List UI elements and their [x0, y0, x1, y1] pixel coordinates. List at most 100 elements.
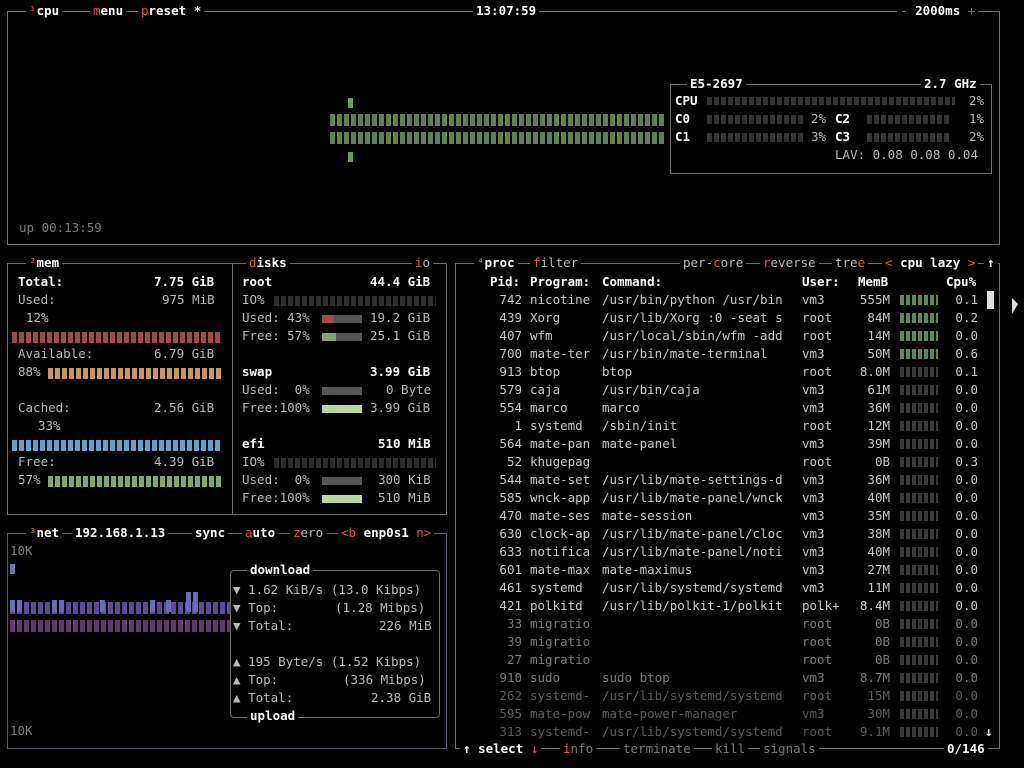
net-sync-toggle[interactable]: sync	[192, 526, 229, 540]
proc-row[interactable]: 439 Xorg/usr/lib/Xorg :0 -seat s root 84M 0.…	[456, 309, 986, 327]
net-tab-header[interactable]: ³net	[26, 526, 63, 540]
mem-cached-percent: 33%	[38, 418, 61, 433]
proc-scrollbar-thumb[interactable]	[987, 291, 994, 309]
proc-cell-cmd: /usr/lib/mate-panel/wnck	[602, 490, 783, 505]
proc-row[interactable]: 742 nicotine/usr/bin/python /usr/bin vm3 55…	[456, 291, 986, 309]
interval-increase-button[interactable]: +	[968, 3, 976, 18]
io-toggle[interactable]: io	[412, 256, 434, 270]
col-mem[interactable]: MemB	[858, 273, 888, 291]
download-rate-value: 1.62 KiB/s (13.0 Kibps)	[248, 582, 422, 597]
proc-cpu-meter	[900, 619, 938, 629]
proc-row[interactable]: 1 systemd/sbin/init root 12M 0.0	[456, 417, 986, 435]
proc-percore-toggle[interactable]: per-core	[680, 255, 747, 270]
proc-cell-pid: 633	[499, 544, 522, 559]
mem-total-value: 7.75 GiB	[154, 274, 215, 289]
cpu-tab-header[interactable]: ¹cpu	[26, 4, 63, 18]
proc-signals-button[interactable]: signals	[760, 742, 819, 756]
proc-row[interactable]: 544 mate-set/usr/lib/mate-settings-d vm3 36…	[456, 471, 986, 489]
proc-filter-button[interactable]: filter	[530, 256, 582, 270]
interval-control[interactable]: - 2000ms +	[897, 3, 979, 18]
download-title: download	[247, 563, 314, 577]
sort-next-button[interactable]: >	[968, 255, 976, 270]
preset-button[interactable]: preset *	[138, 4, 205, 18]
proc-row[interactable]: 601 mate-max mate-maximus vm3 27M 0.0	[456, 561, 986, 579]
proc-info-button[interactable]: info	[560, 742, 597, 756]
proc-cpu-meter	[900, 367, 938, 377]
proc-cell-user: vm3	[802, 670, 825, 685]
disk-swap-name: swap	[242, 364, 273, 379]
mouse-cursor-icon	[1012, 298, 1018, 314]
proc-row[interactable]: 461 systemd/usr/lib/systemd/systemd vm3 11M…	[456, 579, 986, 597]
net-next-interface-button[interactable]: n>	[416, 525, 431, 540]
proc-cell-user: root	[802, 418, 833, 433]
signals-hotkey: s	[763, 741, 771, 756]
proc-tab-header[interactable]: ⁴proc	[474, 256, 518, 270]
proc-tree-toggle[interactable]: tree	[832, 256, 869, 270]
proc-cell-user: root	[802, 616, 833, 631]
proc-row[interactable]: 407 wfm/usr/local/sbin/wfm -add root 14M 0.0	[456, 327, 986, 345]
proc-cpu-meter	[900, 331, 938, 341]
proc-row[interactable]: 633 notifica/usr/lib/mate-panel/noti vm3 40…	[456, 543, 986, 561]
disk-swap-used-meter	[322, 387, 362, 395]
proc-row[interactable]: 913 btop btop root 8.0M 0.1	[456, 363, 986, 381]
proc-row[interactable]: 27 migratio root 0B 0.0	[456, 651, 986, 669]
proc-row[interactable]: 421 polkitd/usr/lib/polkit-1/polkit polk+ 8…	[456, 597, 986, 615]
net-interface-selector[interactable]: <b enp0s1 n>	[338, 525, 435, 540]
proc-kill-button[interactable]: kill	[712, 741, 749, 756]
net-auto-toggle[interactable]: auto	[242, 526, 279, 540]
proc-cell-cpu: 0.0	[955, 400, 978, 415]
proc-row[interactable]: 313 systemd- /usr/lib/systemd/systemd root 9…	[456, 723, 986, 741]
net-prev-interface-button[interactable]: <b	[341, 525, 356, 540]
interval-decrease-button[interactable]: -	[900, 3, 908, 18]
disk-efi-io-label: IO%	[242, 454, 265, 469]
scroll-down-arrow[interactable]: ↓	[985, 724, 993, 739]
proc-row[interactable]: 564 mate-pan mate-panel vm3 39M 0.0	[456, 435, 986, 453]
col-program[interactable]: Program:	[530, 273, 590, 291]
proc-row[interactable]: 470 mate-ses mate-session vm3 35M 0.0	[456, 507, 986, 525]
net-graph-spike	[166, 600, 171, 612]
select-up-arrow[interactable]: ↑	[463, 741, 471, 756]
sort-prev-button[interactable]: <	[885, 255, 893, 270]
scroll-up-arrow[interactable]: ↑	[984, 256, 998, 270]
proc-select-control[interactable]: ↑ select ↓	[460, 741, 542, 756]
proc-row[interactable]: 910 sudo sudo btop vm3 8.7M 0.0	[456, 669, 986, 687]
cpu-total-percent: 2%	[969, 93, 985, 108]
menu-button[interactable]: menu	[90, 4, 127, 18]
proc-cell-cmd: btop	[602, 364, 633, 379]
proc-row[interactable]: 52 khugepag root 0B 0.3	[456, 453, 986, 471]
col-cpu[interactable]: Cpu%	[946, 273, 976, 291]
sort-field: cpu lazy	[900, 255, 961, 270]
proc-row[interactable]: 595 mate-pow mate-power-manager vm3 30M 0.0	[456, 705, 986, 723]
proc-row[interactable]: 630 clock-ap/usr/lib/mate-panel/cloc vm3 38…	[456, 525, 986, 543]
mem-cached-value: 2.56 GiB	[154, 400, 215, 415]
proc-terminate-button[interactable]: terminate	[620, 742, 694, 756]
proc-cell-pid: 700	[499, 346, 522, 361]
signals-label: ignals	[770, 741, 816, 756]
proc-cpu-meter	[900, 295, 938, 305]
proc-cell-cpu: 0.0	[955, 562, 978, 577]
download-top-label: Top:	[248, 600, 279, 615]
select-down-arrow[interactable]: ↓	[531, 741, 539, 756]
proc-cell-mem: 14M	[867, 328, 890, 343]
col-command[interactable]: Command:	[602, 273, 662, 291]
proc-row[interactable]: 554 marco marco vm3 36M 0.0	[456, 399, 986, 417]
proc-row[interactable]: 585 wnck-app/usr/lib/mate-panel/wnck vm3 40…	[456, 489, 986, 507]
proc-cell-pid: 262	[499, 688, 522, 703]
disks-tab-header[interactable]: disks	[246, 256, 290, 270]
proc-row[interactable]: 700 mate-ter/usr/bin/mate-terminal vm3 50M 0…	[456, 345, 986, 363]
proc-row[interactable]: 33 migratio root 0B 0.0	[456, 615, 986, 633]
proc-reverse-toggle[interactable]: reverse	[760, 256, 819, 270]
percore-hotkey: c	[713, 255, 721, 270]
proc-row[interactable]: 262 systemd- /usr/lib/systemd/systemd root 1…	[456, 687, 986, 705]
proc-cell-cpu: 0.3	[955, 454, 978, 469]
col-pid[interactable]: Pid:	[490, 273, 520, 291]
kill-label: ill	[722, 741, 746, 756]
proc-row[interactable]: 579 caja/usr/bin/caja vm3 61M 0.0	[456, 381, 986, 399]
proc-row[interactable]: 39 migratio root 0B 0.0	[456, 633, 986, 651]
proc-sort-selector[interactable]: < cpu lazy >	[882, 255, 979, 270]
net-zero-toggle[interactable]: zero	[290, 526, 327, 540]
col-user[interactable]: User:	[802, 273, 840, 291]
mem-tab-header[interactable]: ²mem	[26, 256, 63, 270]
disk-root-used-value: 19.2 GiB	[370, 310, 431, 325]
proc-cell-mem: 36M	[867, 400, 890, 415]
